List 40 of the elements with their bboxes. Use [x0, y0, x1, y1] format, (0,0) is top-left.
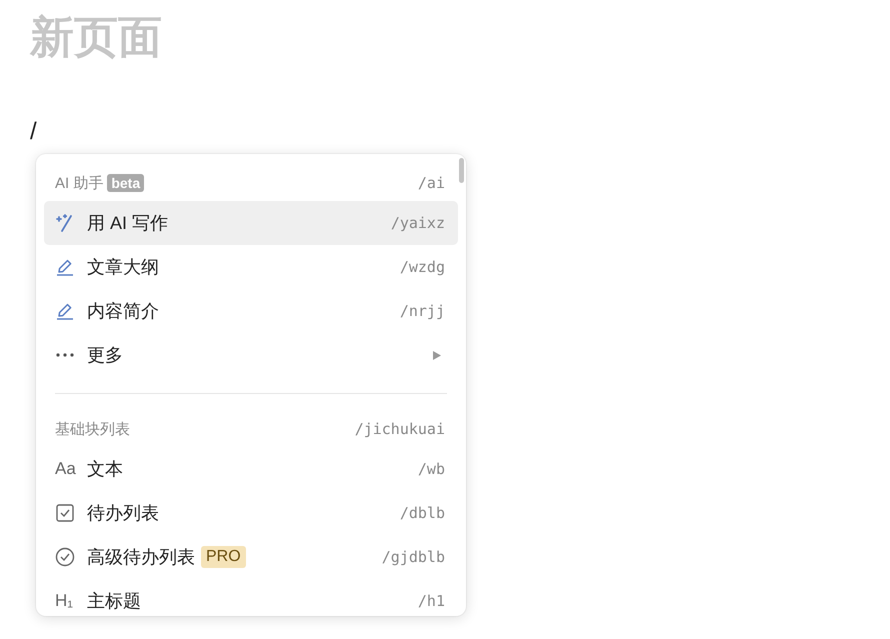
typed-text: /	[30, 118, 37, 146]
shortcut-text: /jichukuai	[354, 420, 445, 438]
menu-item[interactable]: 文章大纲 /wzdg	[44, 245, 458, 289]
page-title: 新页面	[28, 12, 163, 64]
item-label: 待办列表	[87, 502, 159, 525]
menu-item[interactable]: 高级待办列表 PRO /gjdblb	[44, 535, 458, 579]
shortcut-text: /ai	[418, 174, 445, 192]
shortcut-text: /dblb	[400, 504, 445, 522]
item-label: 内容简介	[87, 300, 159, 323]
pro-badge: PRO	[201, 546, 246, 568]
pencil-icon	[55, 257, 75, 277]
text-style-icon: H₁	[55, 591, 74, 611]
menu-item[interactable]: 内容简介 /nrjj	[44, 289, 458, 333]
beta-badge: beta	[107, 174, 144, 192]
item-label: 更多	[87, 344, 123, 367]
item-label: 主标题	[87, 590, 141, 613]
magic-wand-icon	[55, 213, 75, 233]
menu-item[interactable]: H₁ 主标题 /h1	[44, 579, 458, 616]
item-label: 用 AI 写作	[87, 212, 168, 235]
item-label: 高级待办列表	[87, 546, 195, 569]
more-icon	[55, 352, 75, 358]
item-label: 文本	[87, 458, 123, 481]
section-title: AI 助手	[55, 174, 104, 192]
scrollbar[interactable]	[459, 158, 464, 183]
menu-item[interactable]: 用 AI 写作 /yaixz	[44, 201, 458, 245]
item-label: 文章大纲	[87, 256, 159, 279]
pencil-icon	[55, 301, 75, 321]
menu-item[interactable]: 待办列表 /dblb	[44, 491, 458, 535]
text-style-icon: Aa	[55, 459, 76, 479]
check-circle-icon	[55, 547, 75, 567]
shortcut-text: /yaixz	[390, 214, 445, 232]
section-title: 基础块列表	[55, 420, 130, 438]
shortcut-text: /h1	[418, 592, 445, 610]
menu-item[interactable]: 更多	[44, 333, 458, 377]
menu-item[interactable]: Aa 文本 /wb	[44, 447, 458, 491]
checkbox-icon	[55, 503, 75, 523]
shortcut-text: /gjdblb	[382, 548, 445, 566]
shortcut-text: /wb	[418, 460, 445, 478]
shortcut-text: /nrjj	[400, 302, 445, 320]
shortcut-text: /wzdg	[400, 258, 445, 276]
